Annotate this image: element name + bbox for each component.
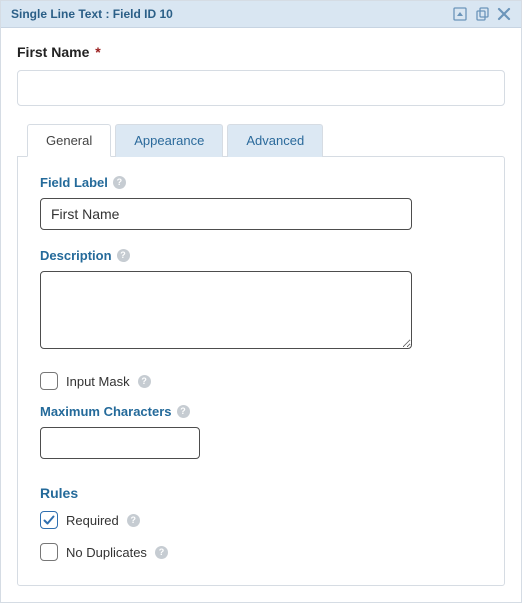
tab-advanced[interactable]: Advanced	[227, 124, 323, 157]
tab-label: General	[46, 133, 92, 148]
close-icon[interactable]	[497, 7, 511, 21]
preview-field-label: First Name *	[17, 44, 505, 60]
no-duplicates-label[interactable]: No Duplicates	[40, 543, 147, 561]
input-mask-label[interactable]: Input Mask	[40, 372, 130, 390]
required-checkbox[interactable]	[40, 511, 58, 529]
panel-header: Single Line Text : Field ID 10	[1, 1, 521, 28]
help-icon[interactable]: ?	[177, 405, 190, 418]
description-heading: Description ?	[40, 248, 482, 263]
max-chars-input[interactable]	[40, 427, 200, 459]
input-mask-row: Input Mask ?	[40, 372, 482, 390]
max-chars-heading: Maximum Characters ?	[40, 404, 482, 419]
panel-body: First Name * General Appearance Advanced…	[1, 28, 521, 602]
heading-text: Maximum Characters	[40, 404, 172, 419]
no-duplicates-checkbox[interactable]	[40, 543, 58, 561]
help-icon[interactable]: ?	[117, 249, 130, 262]
required-label[interactable]: Required	[40, 511, 119, 529]
field-label-input[interactable]	[40, 198, 412, 230]
heading-text: Field Label	[40, 175, 108, 190]
preview-text-input[interactable]	[17, 70, 505, 106]
tab-content-general: Field Label ? Description ? Input Mask	[17, 156, 505, 586]
rules-heading: Rules	[40, 485, 482, 501]
no-duplicates-text: No Duplicates	[66, 545, 147, 560]
field-editor-panel: Single Line Text : Field ID 10 First Nam…	[0, 0, 522, 603]
help-icon[interactable]: ?	[127, 514, 140, 527]
tab-label: Advanced	[246, 133, 304, 148]
required-marker: *	[95, 44, 100, 60]
preview-label-text: First Name	[17, 44, 89, 60]
panel-title: Single Line Text : Field ID 10	[11, 7, 453, 21]
help-icon[interactable]: ?	[155, 546, 168, 559]
field-label-heading: Field Label ?	[40, 175, 482, 190]
tabs: General Appearance Advanced	[17, 124, 505, 157]
input-mask-checkbox[interactable]	[40, 372, 58, 390]
required-row: Required ?	[40, 511, 482, 529]
description-textarea[interactable]	[40, 271, 412, 349]
panel-actions	[453, 7, 511, 21]
help-icon[interactable]: ?	[138, 375, 151, 388]
help-icon[interactable]: ?	[113, 176, 126, 189]
duplicate-icon[interactable]	[475, 7, 489, 21]
tab-appearance[interactable]: Appearance	[115, 124, 223, 157]
collapse-icon[interactable]	[453, 7, 467, 21]
heading-text: Description	[40, 248, 112, 263]
required-text: Required	[66, 513, 119, 528]
tab-label: Appearance	[134, 133, 204, 148]
tab-general[interactable]: General	[27, 124, 111, 157]
no-duplicates-row: No Duplicates ?	[40, 543, 482, 561]
input-mask-text: Input Mask	[66, 374, 130, 389]
